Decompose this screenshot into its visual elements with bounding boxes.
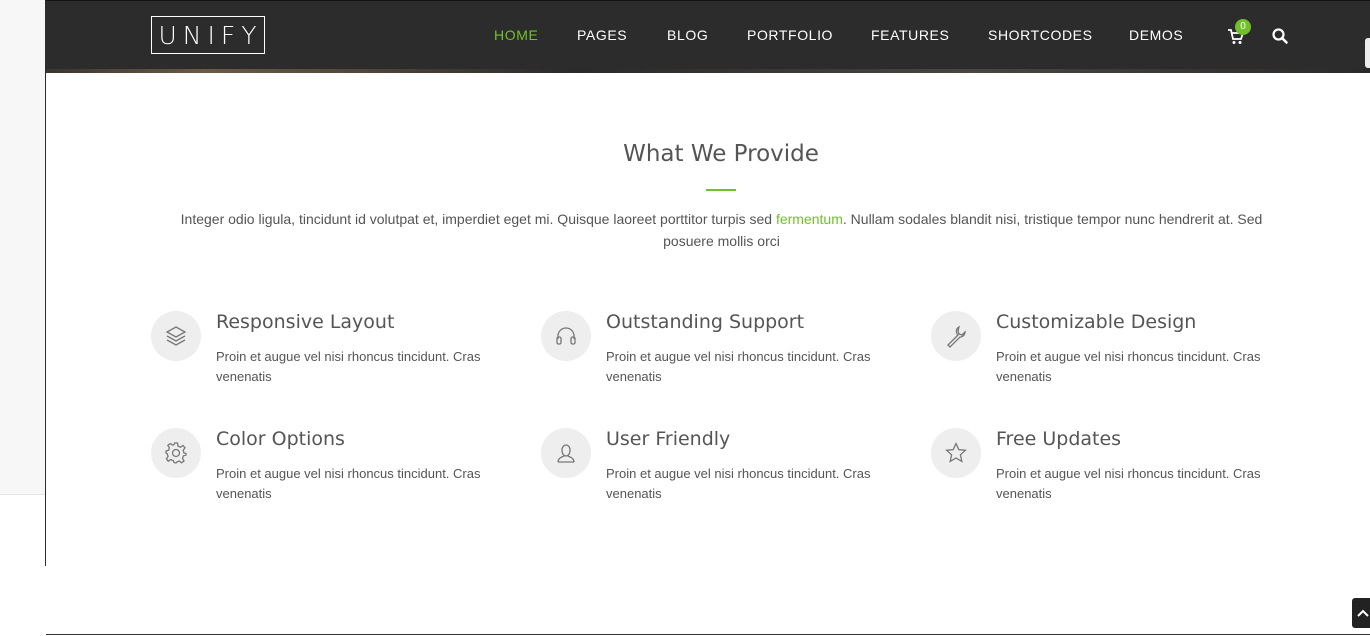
section-intro: Integer odio ligula, tincidunt id volutp… (180, 211, 1263, 249)
title-divider (706, 189, 736, 191)
feature-title: Customizable Design (996, 311, 1197, 333)
wrench-icon (947, 325, 966, 348)
feature-description: Proin et augue vel nisi rhoncus tincidun… (216, 349, 481, 384)
chevron-up-icon (1357, 609, 1369, 617)
feature-item: Outstanding Support Proin et augue vel n… (541, 311, 881, 401)
back-to-top-button[interactable] (1352, 598, 1370, 628)
nav-demos[interactable]: DEMOS (1129, 27, 1183, 43)
feature-description: Proin et augue vel nisi rhoncus tincidun… (606, 466, 871, 501)
top-navbar: UNIFY HOME PAGES BLOG PORTFOLIO FEATURES… (46, 0, 1370, 73)
user-icon (557, 444, 575, 463)
feature-title: Free Updates (996, 428, 1122, 450)
feature-description: Proin et augue vel nisi rhoncus tincidun… (216, 466, 481, 501)
feature-item: User Friendly Proin et augue vel nisi rh… (541, 428, 881, 518)
feature-title: Color Options (216, 428, 345, 450)
left-gutter (0, 0, 45, 495)
layers-icon (165, 326, 187, 346)
gear-icon (165, 442, 187, 464)
settings-panel-tab[interactable] (1365, 38, 1370, 68)
feature-icon-circle (931, 428, 981, 478)
search-icon[interactable] (1271, 27, 1289, 45)
intro-link[interactable]: fermentum (776, 211, 843, 227)
feature-item: Customizable Design Proin et augue vel n… (931, 311, 1271, 401)
nav-shortcodes[interactable]: SHORTCODES (988, 27, 1093, 43)
star-icon (945, 441, 967, 463)
feature-description: Proin et augue vel nisi rhoncus tincidun… (606, 349, 871, 384)
feature-description: Proin et augue vel nisi rhoncus tincidun… (996, 349, 1261, 384)
site-logo[interactable]: UNIFY (151, 16, 265, 54)
feature-item: Color Options Proin et augue vel nisi rh… (151, 428, 491, 518)
feature-item: Free Updates Proin et augue vel nisi rho… (931, 428, 1271, 518)
feature-description: Proin et augue vel nisi rhoncus tincidun… (996, 466, 1261, 501)
footer-divider (46, 634, 1370, 635)
feature-icon-circle (151, 311, 201, 361)
nav-portfolio[interactable]: PORTFOLIO (747, 27, 833, 43)
feature-item: Responsive Layout Proin et augue vel nis… (151, 311, 491, 401)
feature-title: Outstanding Support (606, 311, 805, 333)
feature-title: Responsive Layout (216, 311, 395, 333)
feature-icon-circle (541, 428, 591, 478)
hero-image-strip (46, 69, 1370, 73)
feature-icon-circle (931, 311, 981, 361)
nav-features[interactable]: FEATURES (871, 27, 949, 43)
feature-title: User Friendly (606, 428, 731, 450)
feature-icon-circle (151, 428, 201, 478)
feature-icon-circle (541, 311, 591, 361)
nav-pages[interactable]: PAGES (577, 27, 627, 43)
headphones-icon (556, 327, 576, 345)
nav-home[interactable]: HOME (494, 27, 538, 43)
nav-blog[interactable]: BLOG (667, 27, 708, 43)
cart-count-badge: 0 (1235, 19, 1251, 35)
page-frame: UNIFY HOME PAGES BLOG PORTFOLIO FEATURES… (45, 0, 1370, 566)
section-title: What We Provide (623, 141, 819, 167)
